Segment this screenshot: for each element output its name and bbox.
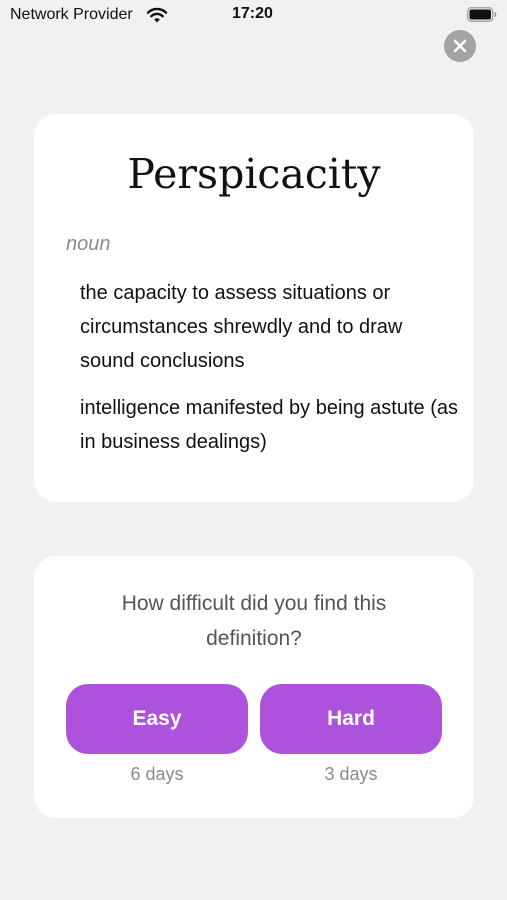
battery-icon xyxy=(467,7,497,22)
status-bar: Network Provider 17:20 xyxy=(0,0,507,30)
difficulty-question: How difficult did you find this definiti… xyxy=(121,592,387,650)
easy-interval-label: 6 days xyxy=(130,764,184,784)
close-button[interactable] xyxy=(444,30,476,62)
difficulty-card: How difficult did you find this definiti… xyxy=(34,556,474,818)
wifi-icon xyxy=(146,7,168,23)
hard-interval-label: 3 days xyxy=(324,764,378,784)
easy-button[interactable]: Easy xyxy=(66,684,248,754)
hard-button[interactable]: Hard xyxy=(260,684,442,754)
part-of-speech: noun xyxy=(66,233,111,255)
network-provider-label: Network Provider xyxy=(10,6,133,23)
close-icon xyxy=(453,39,467,53)
clock-time: 17:20 xyxy=(232,5,273,22)
definition-text: intelligence manifested by being astute … xyxy=(80,397,459,453)
definition-text: the capacity to assess situations or cir… xyxy=(80,282,403,372)
word-title: Perspicacity xyxy=(127,150,381,198)
definition-card: Perspicacity noun the capacity to assess… xyxy=(34,114,474,502)
